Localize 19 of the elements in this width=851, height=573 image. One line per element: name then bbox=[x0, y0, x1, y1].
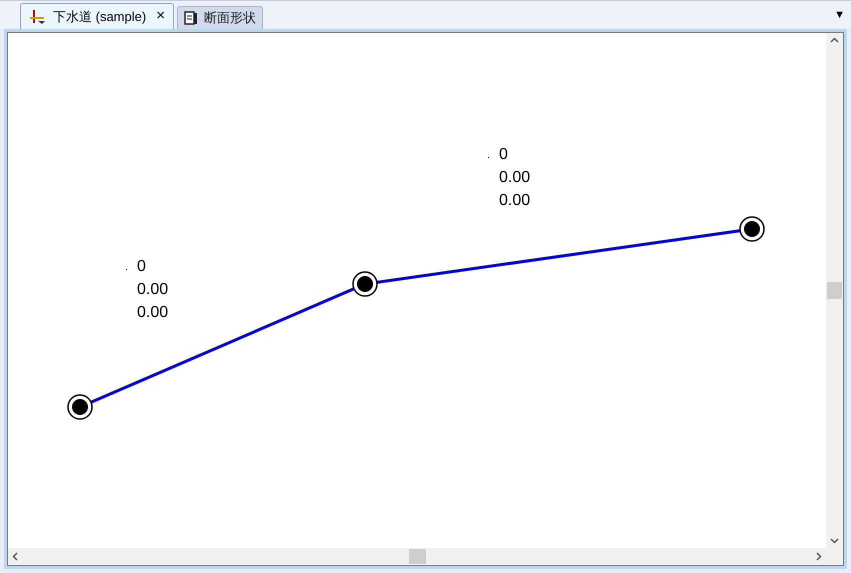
tab-menu-button[interactable]: ▼ bbox=[834, 6, 845, 23]
node-value: 0.00 bbox=[137, 280, 168, 300]
tab[interactable]: 下水道 (sample) × bbox=[20, 3, 174, 29]
scroll-thumb bbox=[827, 282, 842, 299]
node-value: 0 bbox=[499, 145, 509, 165]
horizontal-scrollbar[interactable] bbox=[8, 548, 826, 565]
node-value: 0.00 bbox=[499, 191, 530, 211]
node-value: 0 bbox=[137, 257, 147, 277]
manhole-node[interactable] bbox=[739, 216, 765, 242]
close-icon[interactable]: × bbox=[156, 5, 165, 28]
node-value: 0.00 bbox=[137, 303, 168, 323]
pipe-icon bbox=[29, 8, 47, 24]
node-value: 0.00 bbox=[499, 168, 530, 188]
document-icon bbox=[184, 11, 198, 25]
vertical-scrollbar[interactable] bbox=[826, 33, 843, 548]
manhole-node[interactable] bbox=[67, 394, 93, 420]
tab[interactable]: 断面形状 bbox=[176, 6, 263, 29]
manhole-node[interactable] bbox=[352, 271, 378, 297]
scroll-thumb bbox=[408, 549, 426, 564]
